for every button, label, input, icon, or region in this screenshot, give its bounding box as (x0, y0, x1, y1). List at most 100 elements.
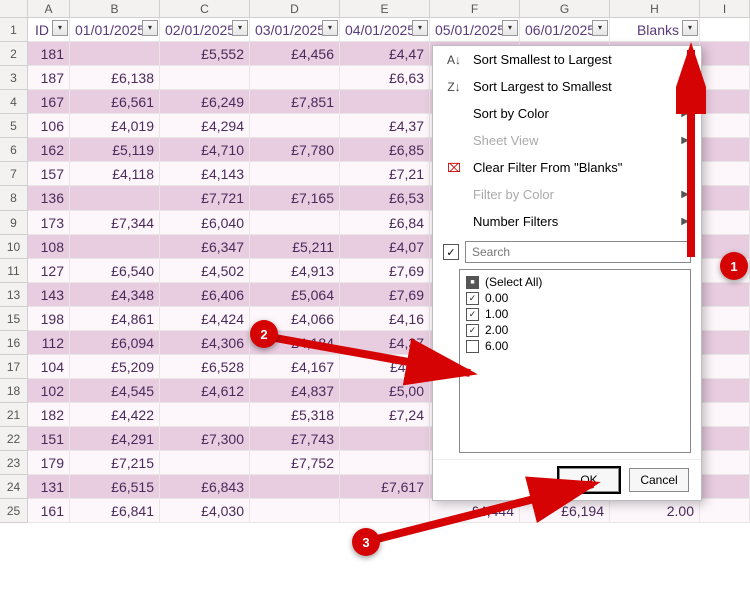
row-number[interactable]: 18 (0, 379, 28, 403)
column-header[interactable]: 04/01/2025▾ (340, 18, 430, 42)
cell[interactable]: 151 (28, 427, 70, 451)
column-letter[interactable]: D (250, 0, 340, 17)
column-header[interactable]: ID▾ (28, 18, 70, 42)
cell[interactable]: £6,040 (160, 211, 250, 235)
cell[interactable]: £6,194 (520, 499, 610, 523)
cell[interactable]: £4,612 (160, 379, 250, 403)
cell[interactable]: £4,143 (160, 162, 250, 186)
cell[interactable] (70, 42, 160, 66)
column-letter[interactable]: I (700, 0, 750, 17)
cell[interactable]: £6,561 (70, 90, 160, 114)
filter-value-item[interactable]: 0.00 (466, 290, 684, 306)
sort-by-color[interactable]: Sort by Color ▶ (433, 100, 701, 127)
cell[interactable]: 2.00 (610, 499, 700, 523)
cell[interactable] (700, 186, 750, 210)
filter-button[interactable]: ▾ (592, 20, 608, 36)
filter-button[interactable]: ▾ (322, 20, 338, 36)
cell[interactable]: £5,119 (70, 138, 160, 162)
checkbox[interactable] (466, 324, 479, 337)
cell[interactable]: £4,291 (70, 427, 160, 451)
cell[interactable]: £4,837 (250, 379, 340, 403)
row-number[interactable]: 2 (0, 42, 28, 66)
cell[interactable]: £4,502 (160, 259, 250, 283)
cell[interactable]: 106 (28, 114, 70, 138)
row-number[interactable]: 24 (0, 475, 28, 499)
cell[interactable]: £4,306 (160, 331, 250, 355)
cell[interactable]: £6,85 (340, 138, 430, 162)
cell[interactable]: £6,249 (160, 90, 250, 114)
cell[interactable] (700, 307, 750, 331)
cancel-button[interactable]: Cancel (629, 468, 689, 492)
cell[interactable]: 157 (28, 162, 70, 186)
select-all-corner[interactable] (0, 0, 28, 17)
cell[interactable]: £6,63 (340, 66, 430, 90)
cell[interactable]: £5,552 (160, 42, 250, 66)
row-number[interactable]: 25 (0, 499, 28, 523)
cell[interactable]: £6,515 (70, 475, 160, 499)
sort-asc[interactable]: A↓ Sort Smallest to Largest (433, 46, 701, 73)
clear-filter[interactable]: ⌧ Clear Filter From "Blanks" (433, 154, 701, 181)
cell[interactable]: £4,710 (160, 138, 250, 162)
cell[interactable]: £4,424 (160, 307, 250, 331)
cell[interactable]: 198 (28, 307, 70, 331)
cell[interactable]: £7,24 (340, 403, 430, 427)
checkbox[interactable] (466, 340, 479, 353)
cell[interactable]: 162 (28, 138, 70, 162)
cell[interactable]: £6,84 (340, 211, 430, 235)
cell[interactable]: £7,780 (250, 138, 340, 162)
cell[interactable] (160, 403, 250, 427)
cell[interactable] (160, 451, 250, 475)
cell[interactable] (250, 114, 340, 138)
cell[interactable]: £5,211 (250, 235, 340, 259)
cell[interactable]: £4,019 (70, 114, 160, 138)
cell[interactable]: £7,300 (160, 427, 250, 451)
column-letter[interactable]: F (430, 0, 520, 17)
cell[interactable]: £5,00 (340, 379, 430, 403)
cell[interactable] (700, 211, 750, 235)
column-header[interactable]: 06/01/2025▾ (520, 18, 610, 42)
cell[interactable]: £6,843 (160, 475, 250, 499)
column-letter[interactable]: H (610, 0, 700, 17)
cell[interactable]: £7,165 (250, 186, 340, 210)
cell[interactable]: 143 (28, 283, 70, 307)
cell[interactable]: £6,528 (160, 355, 250, 379)
row-number[interactable]: 15 (0, 307, 28, 331)
cell[interactable] (700, 138, 750, 162)
cell[interactable]: 181 (28, 42, 70, 66)
cell[interactable]: 161 (28, 499, 70, 523)
cell[interactable] (250, 475, 340, 499)
checkbox[interactable] (466, 292, 479, 305)
row-number[interactable]: 9 (0, 211, 28, 235)
row-number[interactable]: 23 (0, 451, 28, 475)
row-number[interactable]: 4 (0, 90, 28, 114)
cell[interactable]: £6,138 (70, 66, 160, 90)
cell[interactable]: £4,37 (340, 114, 430, 138)
column-header[interactable] (700, 18, 750, 42)
column-header[interactable]: 05/01/2025▾ (430, 18, 520, 42)
column-header[interactable]: 01/01/2025▾ (70, 18, 160, 42)
cell[interactable]: £7,743 (250, 427, 340, 451)
checkbox[interactable] (466, 308, 479, 321)
row-number[interactable]: 8 (0, 186, 28, 210)
sort-desc[interactable]: Z↓ Sort Largest to Smallest (433, 73, 701, 100)
cell[interactable]: £4,16 (340, 307, 430, 331)
cell[interactable]: £6,094 (70, 331, 160, 355)
cell[interactable]: £6,540 (70, 259, 160, 283)
cell[interactable]: £4,07 (340, 235, 430, 259)
cell[interactable]: £7,21 (340, 162, 430, 186)
cell[interactable] (700, 90, 750, 114)
cell[interactable] (700, 114, 750, 138)
row-number[interactable]: 7 (0, 162, 28, 186)
cell[interactable]: £4,37 (340, 331, 430, 355)
filter-search-input[interactable] (465, 241, 691, 263)
cell[interactable] (70, 235, 160, 259)
cell[interactable]: £4,861 (70, 307, 160, 331)
cell[interactable]: £5,209 (70, 355, 160, 379)
filter-value-item[interactable]: 2.00 (466, 322, 684, 338)
cell[interactable] (700, 475, 750, 499)
select-all-outer-check[interactable]: ✓ (443, 244, 459, 260)
cell[interactable]: £7,851 (250, 90, 340, 114)
cell[interactable] (340, 90, 430, 114)
cell[interactable] (340, 499, 430, 523)
cell[interactable]: £4,118 (70, 162, 160, 186)
